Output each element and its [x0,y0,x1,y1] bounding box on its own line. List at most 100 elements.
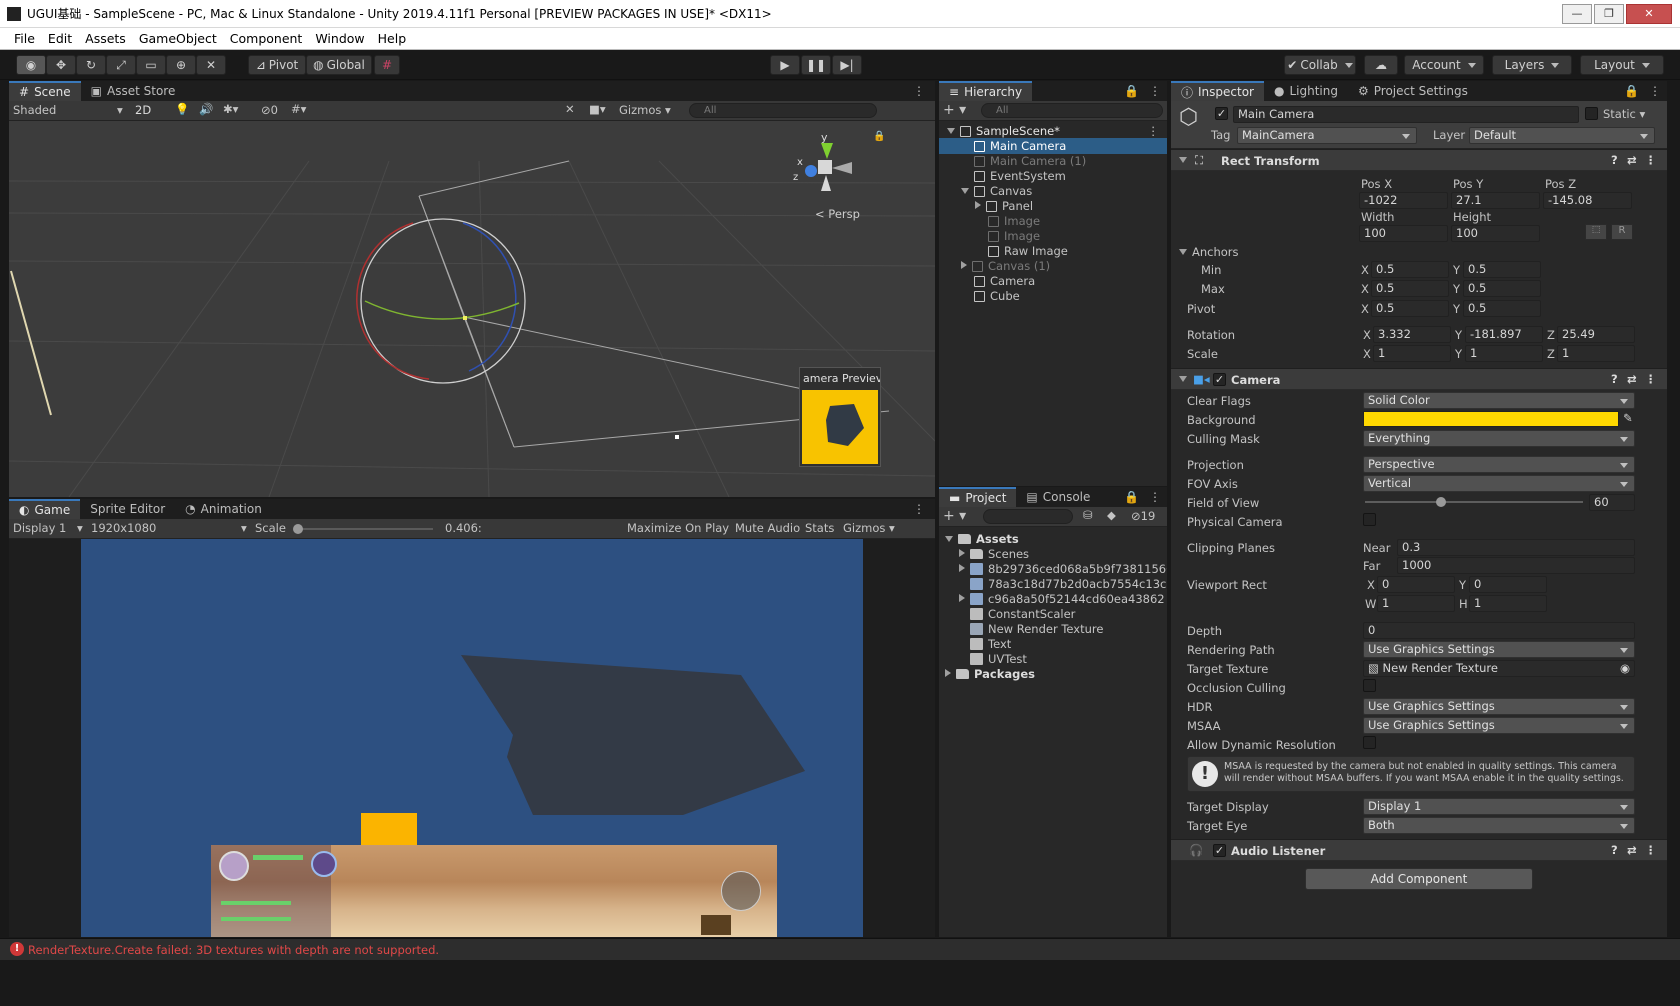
hierarchy-item[interactable]: Raw Image [939,243,1167,259]
hierarchy-item[interactable]: Main Camera (1) [939,153,1167,169]
menu-window[interactable]: Window [309,31,371,46]
project-item[interactable]: 78a3c18d77b2d0acb7554c13c8 [939,576,1167,592]
hidden-objects-toggle[interactable]: ⊘0 [261,103,278,117]
filter-label-icon[interactable]: ◆ [1107,508,1116,522]
expand-arrow-icon[interactable] [945,536,953,542]
hierarchy-item[interactable]: Cube [939,288,1167,304]
help-icon[interactable]: ? [1611,843,1618,857]
project-item[interactable]: Text [939,636,1167,652]
anchor-min-x-field[interactable]: 0.5 [1371,261,1449,278]
project-item[interactable]: 8b29736ced068a5b9f73811560 [939,561,1167,577]
static-dropdown[interactable]: Static ▾ [1603,107,1645,121]
object-name-field[interactable]: Main Camera [1233,106,1579,123]
lock-icon[interactable]: 🔒 [1120,487,1143,507]
gizmo-lock-icon[interactable]: 🔒 [873,131,885,142]
hierarchy-item[interactable]: Main Camera [939,138,1167,154]
account-dropdown[interactable]: Account [1404,55,1484,75]
blueprint-mode-button[interactable]: ⬚ [1585,224,1607,240]
scene-menu-icon[interactable]: ⋮ [1148,123,1160,139]
width-field[interactable]: 100 [1359,225,1448,242]
scale-slider-thumb[interactable] [293,524,303,534]
cloud-button[interactable]: ☁ [1364,55,1398,75]
background-color-field[interactable] [1363,411,1619,427]
project-menu-button[interactable]: ⋮ [1143,487,1167,507]
hierarchy-item[interactable]: Canvas [939,183,1167,199]
game-viewport[interactable] [9,539,935,937]
rotate-tool-button[interactable]: ↻ [76,55,106,75]
global-toggle[interactable]: ◍ Global [306,55,372,75]
tab-sprite-editor[interactable]: Sprite Editor [80,499,175,519]
grid-snap-button[interactable]: # [374,55,400,75]
gizmos-dropdown[interactable]: Gizmos ▾ [619,103,671,117]
pivot-x-field[interactable]: 0.5 [1371,300,1449,317]
tab-scene[interactable]: # Scene [9,81,81,101]
physical-camera-checkbox[interactable] [1363,513,1376,526]
menu-help[interactable]: Help [372,31,414,46]
help-icon[interactable]: ? [1611,372,1618,386]
project-item[interactable]: Packages [939,666,1167,682]
dynamic-resolution-checkbox[interactable] [1363,736,1376,749]
menu-component[interactable]: Component [224,31,310,46]
layout-dropdown[interactable]: Layout [1580,55,1664,75]
camera-enabled-checkbox[interactable]: ✓ [1213,373,1226,386]
tab-inspector[interactable]: ⓘ Inspector [1171,81,1264,101]
anchor-max-x-field[interactable]: 0.5 [1371,280,1449,297]
step-button[interactable]: ▶| [832,55,862,75]
lock-icon[interactable]: 🔒 [1120,81,1143,101]
collapse-arrow-icon[interactable] [1179,376,1187,382]
target-texture-field[interactable]: ▧ New Render Texture ◉ [1363,660,1635,677]
minimize-button[interactable]: — [1562,3,1592,24]
rect-tool-button[interactable]: ▭ [136,55,166,75]
tab-console[interactable]: ▤ Console [1016,487,1100,507]
create-button[interactable]: + ▾ [943,102,966,118]
msaa-dropdown[interactable]: Use Graphics Settings [1363,717,1635,734]
collapsed-arrow-icon[interactable] [959,549,965,557]
tab-asset-store[interactable]: ▣ Asset Store [81,81,186,101]
orientation-gizmo[interactable]: y x z [791,127,861,197]
resolution-dropdown[interactable]: 1920x1080 ▾ [91,521,251,535]
view-tool-button[interactable]: ◉ [16,55,46,75]
hidden-packages-toggle[interactable]: ⊘19 [1131,509,1155,523]
filter-type-icon[interactable]: ⛁ [1083,508,1093,522]
2d-toggle[interactable]: 2D [135,103,151,117]
rect-transform-header[interactable]: ⛶ Rect Transform ? ⇄ ⋮ [1171,149,1667,171]
hierarchy-item[interactable]: Canvas (1) [939,258,1167,274]
depth-field[interactable]: 0 [1363,622,1635,639]
menu-edit[interactable]: Edit [42,31,79,46]
lock-icon[interactable]: 🔒 [1620,81,1643,101]
custom-tool-button[interactable]: ✕ [196,55,226,75]
rotation-x-field[interactable]: 3.332 [1373,326,1451,343]
menu-file[interactable]: File [8,31,42,46]
tab-game[interactable]: ◐ Game [9,499,81,519]
status-bar[interactable]: ! RenderTexture.Create failed: 3D textur… [0,938,1680,960]
scene-search-input[interactable]: All [689,103,877,118]
active-checkbox[interactable]: ✓ [1215,107,1228,120]
lighting-toggle-icon[interactable]: 💡 [175,102,189,116]
anchor-max-y-field[interactable]: 0.5 [1463,280,1541,297]
viewport-h-field[interactable]: 1 [1469,595,1547,612]
collab-dropdown[interactable]: ✔ Collab [1284,55,1356,75]
scale-x-field[interactable]: 1 [1373,345,1451,362]
viewport-y-field[interactable]: 0 [1469,576,1547,593]
target-display-dropdown[interactable]: Display 1 [1363,798,1635,815]
culling-mask-dropdown[interactable]: Everything [1363,430,1635,447]
tab-project[interactable]: ▬ Project [939,487,1017,507]
camera-component-header[interactable]: ■◂ ✓ Camera ? ⇄ ⋮ [1171,368,1667,390]
rotation-y-field[interactable]: -181.897 [1465,326,1543,343]
hierarchy-item[interactable]: Image [939,213,1167,229]
far-field[interactable]: 1000 [1397,557,1635,574]
scene-menu-button[interactable]: ⋮ [903,81,935,101]
fov-slider[interactable] [1365,497,1583,507]
collapsed-arrow-icon[interactable] [975,201,981,209]
eyedropper-icon[interactable]: ✎ [1623,411,1633,425]
project-item[interactable]: UVTest [939,651,1167,667]
expand-arrow-icon[interactable] [961,188,969,194]
hierarchy-search-input[interactable]: All [981,103,1163,118]
scene-viewport[interactable]: y x z 🔒 < Persp amera Previev [9,121,935,497]
menu-gameobject[interactable]: GameObject [133,31,224,46]
move-tool-button[interactable]: ✥ [46,55,76,75]
project-item[interactable]: Assets [939,531,1167,547]
viewport-w-field[interactable]: 1 [1377,595,1455,612]
audio-listener-header[interactable]: 🎧 ✓ Audio Listener ? ⇄ ⋮ [1171,839,1667,861]
fov-axis-dropdown[interactable]: Vertical [1363,475,1635,492]
